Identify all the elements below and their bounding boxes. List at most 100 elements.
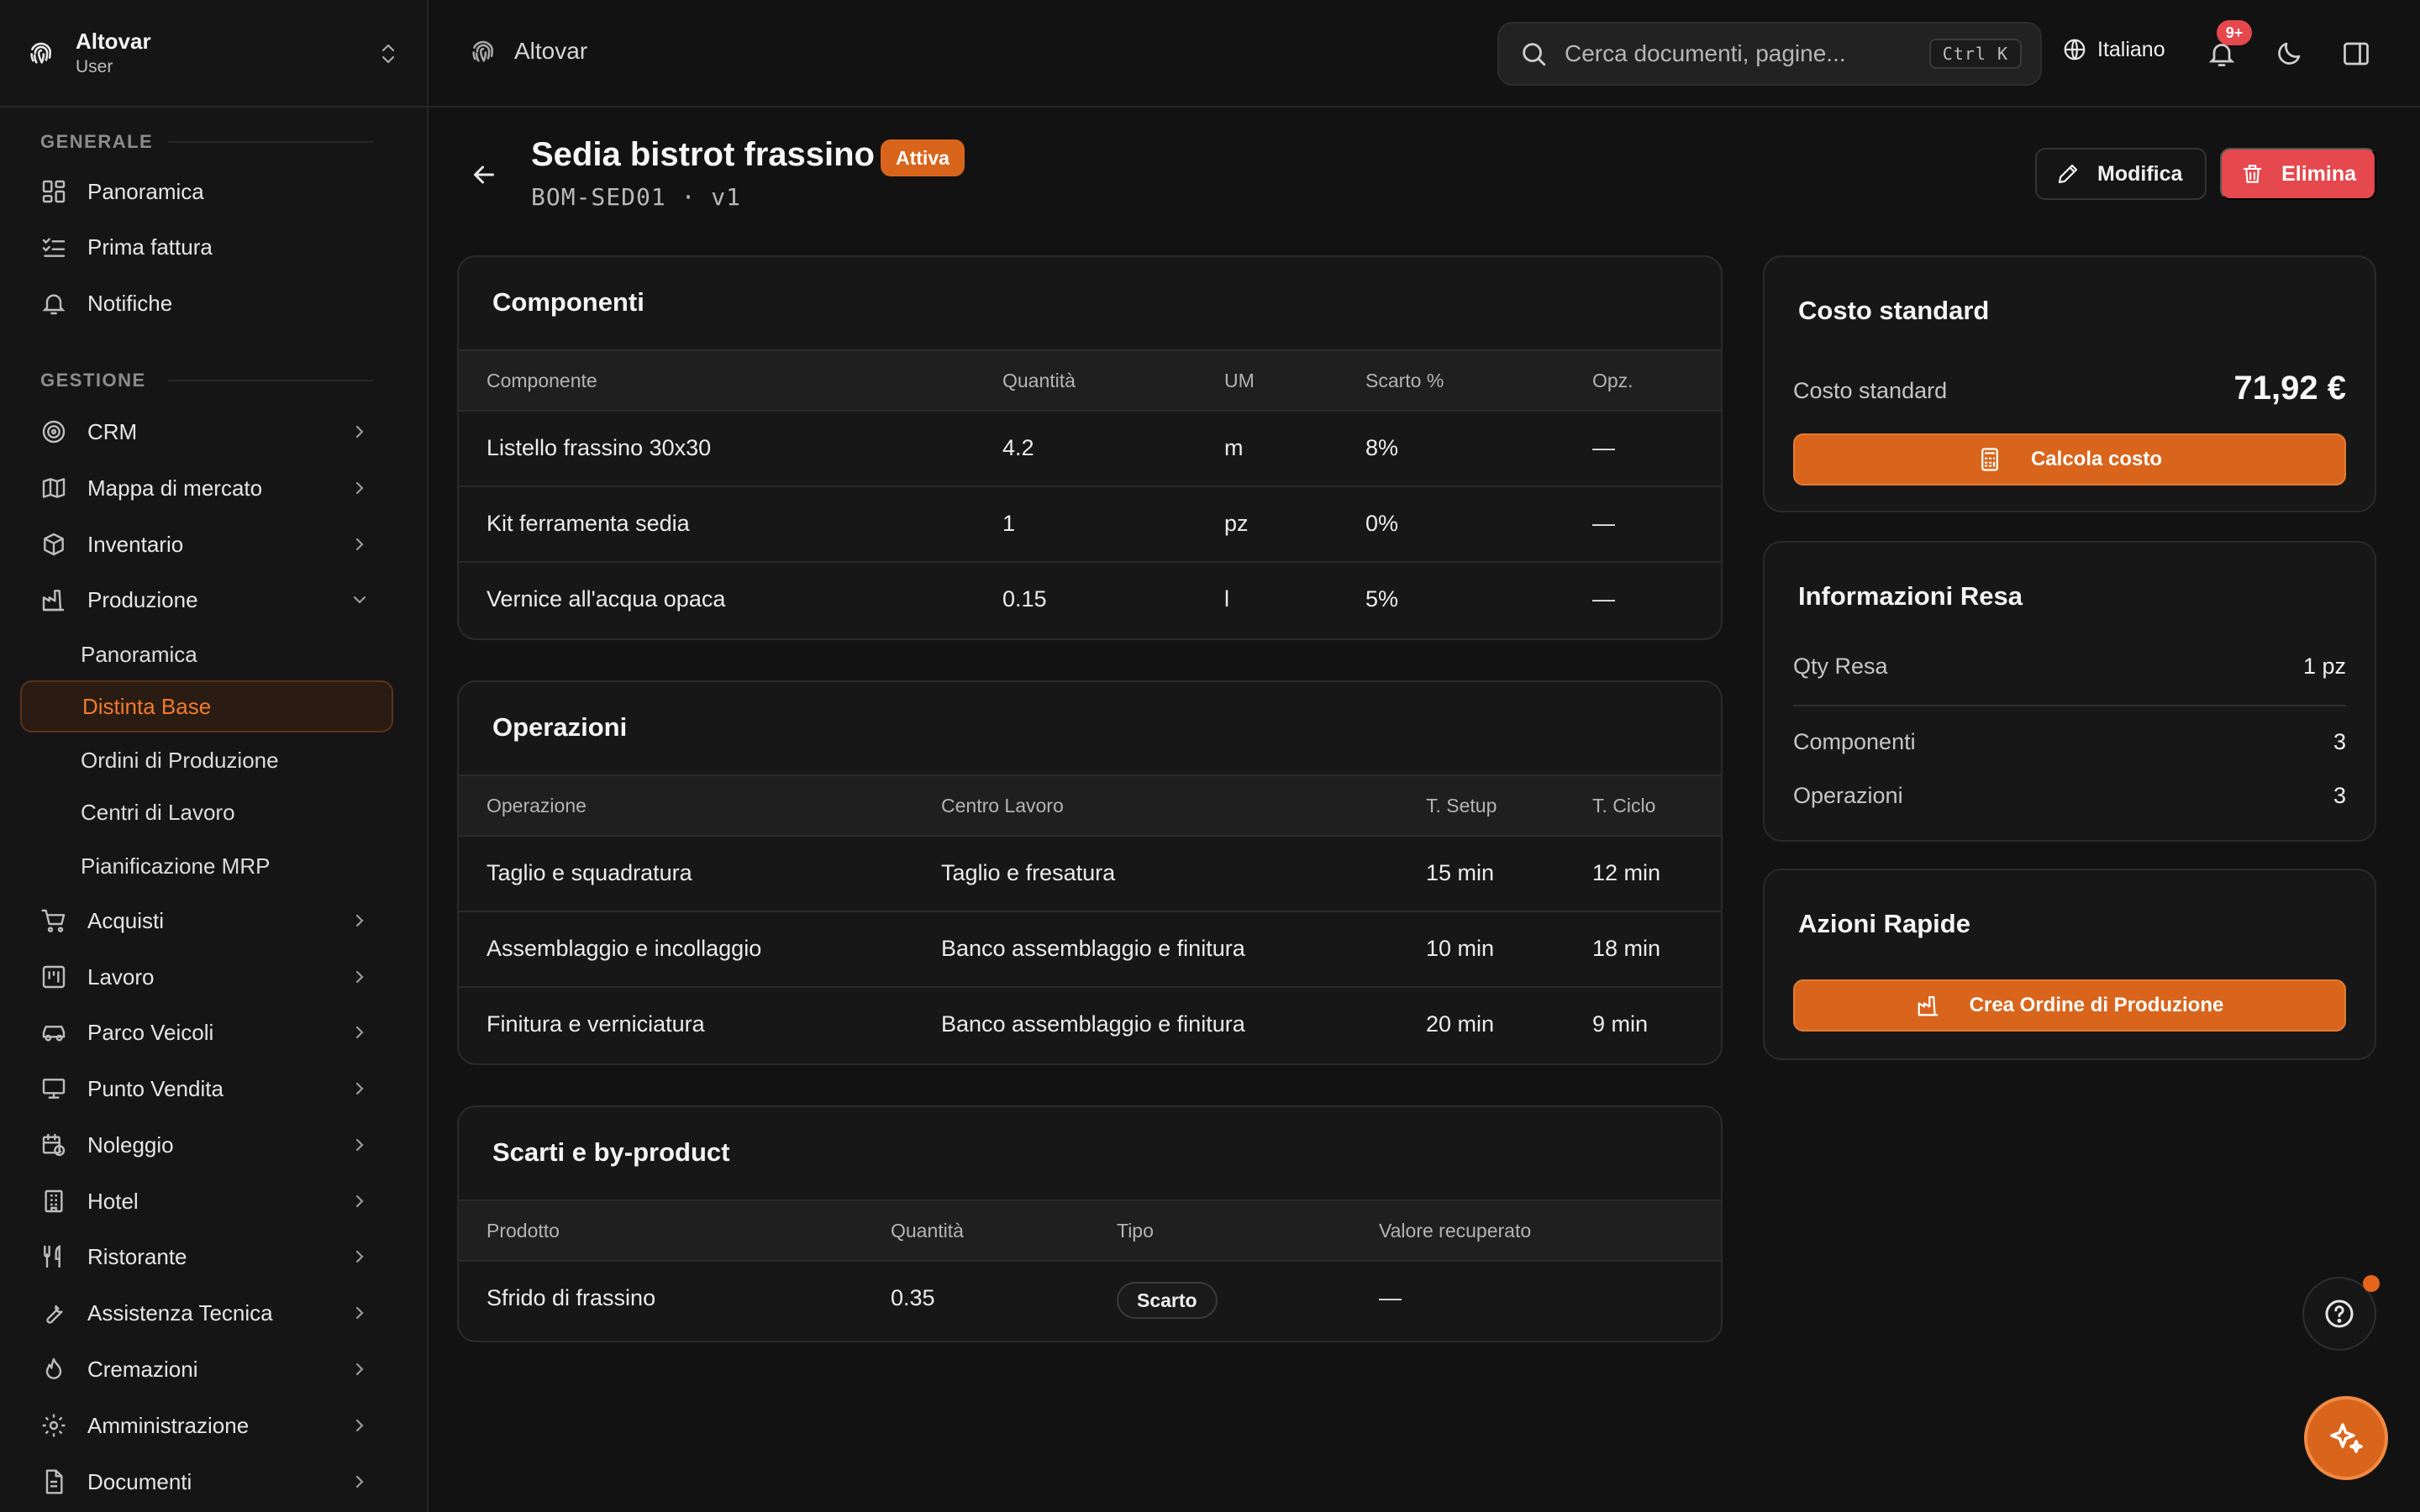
sidebar-item-label: Inventario xyxy=(87,531,184,557)
table-header: Prodotto Quantità Tipo Valore recuperato xyxy=(459,1200,1721,1262)
sidebar-subitem-mrp-planning[interactable]: Pianificazione MRP xyxy=(20,840,393,892)
card-title: Componenti xyxy=(492,287,644,317)
keyboard-shortcut: Ctrl K xyxy=(1928,39,2022,69)
table-cell: Listello frassino 30x30 xyxy=(487,435,712,460)
sidebar-item-overview[interactable]: Panoramica xyxy=(20,166,393,217)
column-header: Componente xyxy=(487,370,597,391)
sidebar-item-cremations[interactable]: Cremazioni xyxy=(20,1344,393,1394)
calculate-cost-button[interactable]: Calcola costo xyxy=(1793,433,2346,486)
byproducts-card: Scarti e by-product Prodotto Quantità Ti… xyxy=(457,1105,1723,1342)
column-header: Opz. xyxy=(1592,370,1634,391)
column-header: Valore recuperato xyxy=(1379,1220,1532,1242)
sidebar-item-first-invoice[interactable]: Prima fattura xyxy=(20,222,393,272)
question-circle-icon xyxy=(2323,1297,2356,1331)
sidebar-item-label: Notifiche xyxy=(87,290,173,316)
trash-icon xyxy=(2240,161,2265,186)
workspace-switcher[interactable]: Altovar User xyxy=(0,0,427,108)
sidebar-subitem-work-centers[interactable]: Centri di Lavoro xyxy=(20,786,393,838)
chevron-right-icon xyxy=(350,478,370,498)
top-bar: Altovar Cerca documenti, pagine... Ctrl … xyxy=(429,0,2420,108)
delete-button[interactable]: Elimina xyxy=(2220,148,2376,200)
calculator-icon xyxy=(1977,447,2002,472)
chevron-right-icon xyxy=(350,1247,370,1267)
help-indicator-dot xyxy=(2363,1275,2380,1292)
sidebar-item-vehicle-fleet[interactable]: Parco Veicoli xyxy=(20,1007,393,1058)
divider xyxy=(168,141,373,143)
gear-icon xyxy=(40,1412,67,1439)
language-selector[interactable]: Italiano xyxy=(2062,37,2165,62)
sidebar-item-purchases[interactable]: Acquisti xyxy=(20,895,393,946)
divider xyxy=(1793,705,2346,706)
globe-icon xyxy=(2062,37,2087,62)
info-label: Qty Resa xyxy=(1793,654,1888,679)
table-cell: 20 min xyxy=(1426,1011,1495,1037)
table-cell: pz xyxy=(1224,511,1249,536)
language-label: Italiano xyxy=(2097,37,2165,61)
table-cell: m xyxy=(1224,435,1244,460)
column-header: Scarto % xyxy=(1365,370,1444,391)
sidebar-item-label: Panoramica xyxy=(81,641,197,667)
sidebar-item-market-map[interactable]: Mappa di mercato xyxy=(20,463,393,513)
sidebar-item-production[interactable]: Produzione xyxy=(20,575,393,625)
info-value: 3 xyxy=(2333,729,2346,754)
sidebar-item-label: Acquisti xyxy=(87,907,165,933)
chevron-right-icon xyxy=(350,1415,370,1436)
sidebar-item-label: Distinta Base xyxy=(82,693,212,719)
sidebar-item-rental[interactable]: Noleggio xyxy=(20,1120,393,1170)
sidebar-item-administration[interactable]: Amministrazione xyxy=(20,1400,393,1451)
yield-info-card: Informazioni Resa Qty Resa 1 pz Componen… xyxy=(1763,541,2376,842)
sidebar-toggle-icon[interactable] xyxy=(2341,39,2371,69)
sidebar-item-label: Ristorante xyxy=(87,1243,187,1269)
sidebar-item-hotel[interactable]: Hotel xyxy=(20,1176,393,1226)
card-title: Scarti e by-product xyxy=(492,1137,730,1167)
card-title: Informazioni Resa xyxy=(1798,581,2023,611)
edit-button[interactable]: Modifica xyxy=(2035,148,2207,200)
sidebar-item-documents[interactable]: Documenti xyxy=(20,1457,393,1507)
table-row[interactable]: Listello frassino 30x30 4.2 m 8% — xyxy=(459,412,1721,487)
table-cell: Finitura e verniciatura xyxy=(487,1011,705,1037)
monitor-icon xyxy=(40,1075,67,1102)
table-row[interactable]: Finitura e verniciatura Banco assemblagg… xyxy=(459,988,1721,1063)
quick-actions-card: Azioni Rapide Crea Ordine di Produzione xyxy=(1763,869,2376,1060)
table-cell: 18 min xyxy=(1592,936,1661,961)
sidebar-subitem-bill-of-materials[interactable]: Distinta Base xyxy=(20,680,393,732)
column-header: T. Ciclo xyxy=(1592,795,1656,816)
table-cell: 15 min xyxy=(1426,860,1495,885)
table-row[interactable]: Vernice all'acqua opaca 0.15 l 5% — xyxy=(459,563,1721,638)
sidebar-item-work[interactable]: Lavoro xyxy=(20,952,393,1002)
sidebar-item-restaurant[interactable]: Ristorante xyxy=(20,1231,393,1282)
sidebar-item-point-of-sale[interactable]: Punto Vendita xyxy=(20,1063,393,1114)
sidebar: Altovar User GENERALE Panoramica Prima f… xyxy=(0,0,429,1512)
factory-icon xyxy=(1916,993,1941,1018)
flame-icon xyxy=(40,1356,67,1383)
breadcrumb[interactable]: Altovar xyxy=(469,37,587,66)
sidebar-item-inventory[interactable]: Inventario xyxy=(20,519,393,570)
sidebar-item-notifications[interactable]: Notifiche xyxy=(20,278,393,328)
info-value: 3 xyxy=(2333,783,2346,808)
table-row[interactable]: Kit ferramenta sedia 1 pz 0% — xyxy=(459,487,1721,563)
table-cell: Taglio e fresatura xyxy=(941,860,1116,885)
search-input[interactable]: Cerca documenti, pagine... Ctrl K xyxy=(1497,22,2042,86)
page-title: Sedia bistrot frassino xyxy=(531,136,875,173)
ai-assistant-button[interactable] xyxy=(2304,1396,2388,1480)
column-header: T. Setup xyxy=(1426,795,1497,816)
column-header: Operazione xyxy=(487,795,587,816)
column-header: Prodotto xyxy=(487,1220,560,1242)
table-row[interactable]: Sfrido di frassino 0.35 Scarto — xyxy=(459,1262,1721,1337)
info-value: 1 pz xyxy=(2302,654,2346,679)
back-arrow-icon[interactable] xyxy=(469,160,499,190)
table-row[interactable]: Taglio e squadratura Taglio e fresatura … xyxy=(459,837,1721,912)
chevron-right-icon xyxy=(350,534,370,554)
sidebar-item-crm[interactable]: CRM xyxy=(20,407,393,457)
calculate-cost-label: Calcola costo xyxy=(2030,448,2163,470)
table-header: Componente Quantità UM Scarto % Opz. xyxy=(459,349,1721,412)
target-icon xyxy=(40,418,67,445)
sidebar-subitem-overview[interactable]: Panoramica xyxy=(20,628,393,680)
table-cell: — xyxy=(1592,586,1615,612)
chevron-right-icon xyxy=(350,1079,370,1099)
sidebar-item-technical-support[interactable]: Assistenza Tecnica xyxy=(20,1288,393,1338)
sidebar-subitem-production-orders[interactable]: Ordini di Produzione xyxy=(20,734,393,786)
table-row[interactable]: Assemblaggio e incollaggio Banco assembl… xyxy=(459,912,1721,988)
create-production-order-button[interactable]: Crea Ordine di Produzione xyxy=(1793,979,2346,1032)
moon-icon[interactable] xyxy=(2274,39,2304,69)
